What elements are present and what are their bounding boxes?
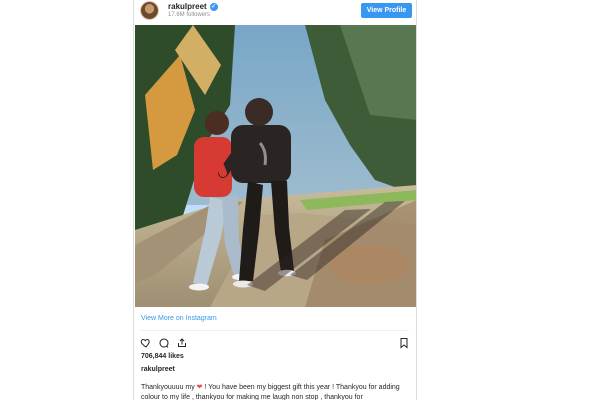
avatar[interactable] xyxy=(141,2,158,19)
share-icon[interactable] xyxy=(176,336,188,348)
comment-icon[interactable] xyxy=(158,336,170,348)
username-row[interactable]: rakulpreet ✓ xyxy=(168,2,218,11)
bookmark-icon[interactable] xyxy=(398,336,410,349)
post-header: rakulpreet ✓ 17.6M followers View Profil… xyxy=(134,0,416,24)
view-more-link[interactable]: View More on Instagram xyxy=(141,315,217,322)
instagram-embed: rakulpreet ✓ 17.6M followers View Profil… xyxy=(133,0,417,400)
username[interactable]: rakulpreet xyxy=(168,2,207,11)
caption-text-before: Thankyouuuu my xyxy=(141,384,195,391)
verified-badge-icon: ✓ xyxy=(209,2,218,11)
heart-icon[interactable] xyxy=(140,336,152,348)
follower-count: 17.6M followers xyxy=(168,12,211,18)
post-actions xyxy=(140,336,188,348)
divider xyxy=(141,330,409,331)
view-profile-button[interactable]: View Profile xyxy=(361,3,412,18)
post-caption: Thankyouuuu my ❤ ! You have been my bigg… xyxy=(141,383,409,400)
caption-username[interactable]: rakulpreet xyxy=(141,366,175,373)
like-count: 706,844 likes xyxy=(141,353,184,360)
heart-emoji-icon: ❤ xyxy=(196,384,203,391)
post-photo-illustration xyxy=(135,25,416,307)
post-image[interactable] xyxy=(135,25,416,307)
